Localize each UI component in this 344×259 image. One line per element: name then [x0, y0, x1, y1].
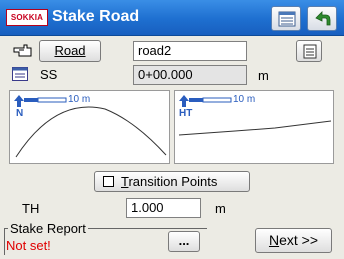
profile-view-plot: 10 m HT	[174, 90, 334, 164]
sokkia-logo: SOKKIA	[6, 9, 48, 26]
pointing-hand-icon	[13, 44, 32, 57]
road-button[interactable]: Road	[39, 40, 101, 62]
station-icon	[12, 67, 28, 81]
target-height-field[interactable]: 1.000	[126, 198, 201, 218]
window-title: Stake Road	[52, 8, 140, 25]
road-details-button[interactable]	[296, 40, 322, 62]
list-icon	[278, 11, 296, 27]
ss-station-field: 0+00.000	[133, 65, 247, 85]
transition-points-toggle[interactable]: Transition Points	[94, 171, 250, 192]
list-view-button[interactable]	[271, 6, 301, 31]
th-label: TH	[22, 201, 40, 216]
document-icon	[303, 44, 317, 59]
th-unit: m	[215, 201, 226, 216]
title-bar: SOKKIA Stake Road	[0, 0, 344, 36]
profile-scale-label: 10 m	[233, 94, 256, 105]
stake-report-status: Not set!	[6, 238, 51, 253]
transition-checkbox[interactable]	[103, 176, 114, 187]
height-label: HT	[179, 108, 193, 119]
ss-label: SS	[40, 67, 58, 82]
back-arrow-icon	[315, 11, 331, 26]
transition-points-label: Transition Points	[121, 174, 218, 189]
plan-scale-label: 10 m	[68, 94, 91, 105]
road-button-label: Road	[54, 43, 86, 58]
back-button[interactable]	[307, 6, 337, 31]
north-label: N	[16, 108, 24, 119]
next-button-label: Next >>	[268, 232, 319, 248]
ss-unit: m	[258, 68, 269, 83]
stake-report-browse-button[interactable]: ...	[168, 231, 200, 252]
plan-view-graphic	[14, 95, 167, 158]
road-name-field[interactable]: road2	[133, 41, 247, 61]
next-button[interactable]: Next >>	[255, 228, 332, 253]
stake-report-title: Stake Report	[8, 221, 88, 236]
plan-view-plot: 10 m N	[9, 90, 170, 164]
